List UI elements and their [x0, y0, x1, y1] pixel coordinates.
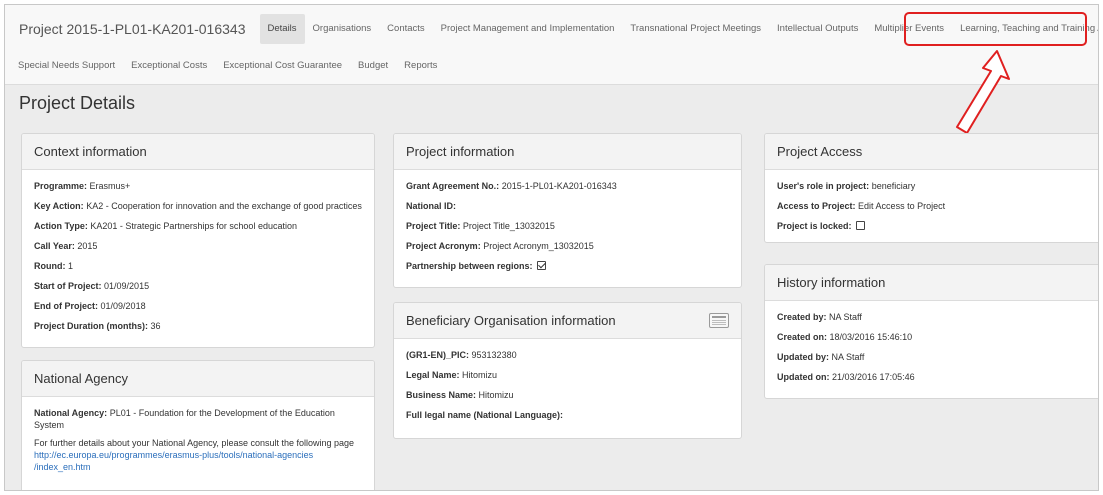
panel-header: National Agency	[22, 361, 374, 397]
tab-exceptional-costs[interactable]: Exceptional Costs	[123, 51, 215, 81]
tab-contacts[interactable]: Contacts	[379, 14, 433, 44]
field-national-agency: National Agency: PL01 - Foundation for t…	[34, 408, 335, 430]
tab-special-needs-support[interactable]: Special Needs Support	[5, 51, 123, 81]
field-action-type: Action Type: KA201 - Strategic Partnersh…	[34, 221, 297, 231]
panel-header: Project information	[394, 134, 741, 170]
beneficiary-organisation-panel: Beneficiary Organisation information (GR…	[393, 302, 742, 439]
tab-intellectual-outputs[interactable]: Intellectual Outputs	[769, 14, 866, 44]
annotation-arrow-icon	[956, 50, 1010, 134]
context-information-panel: Context information Programme: Erasmus+ …	[21, 133, 375, 348]
field-key-action: Key Action: KA2 - Cooperation for innova…	[34, 201, 362, 211]
highlight-annotation-box	[904, 12, 1087, 46]
panel-title: Project Access	[777, 144, 863, 159]
field-project-acronym: Project Acronym: Project Acronym_1303201…	[406, 241, 594, 251]
panel-title: Context information	[34, 144, 147, 159]
national-agency-panel: National Agency National Agency: PL01 - …	[21, 360, 375, 490]
tab-organisations[interactable]: Organisations	[305, 14, 380, 44]
application-window: Project 2015-1-PL01-KA201-016343 Details…	[4, 4, 1099, 491]
partnership-checkbox[interactable]	[537, 261, 547, 270]
field-access-to-project: Access to Project: Edit Access to Projec…	[777, 201, 946, 211]
field-start-of-project: Start of Project: 01/09/2015	[34, 281, 150, 291]
panel-header: Beneficiary Organisation information	[394, 303, 741, 339]
project-access-panel: Project Access User's role in project: b…	[764, 133, 1098, 243]
nav-row-2: Special Needs Support Exceptional Costs …	[5, 51, 445, 81]
history-information-panel: History information Created by: NA Staff…	[764, 264, 1098, 399]
tab-exceptional-cost-guarantee[interactable]: Exceptional Cost Guarantee	[215, 51, 350, 81]
project-brand[interactable]: Project 2015-1-PL01-KA201-016343	[5, 14, 260, 44]
field-created-on: Created on: 18/03/2016 15:46:10	[777, 332, 913, 342]
tab-transnational-meetings[interactable]: Transnational Project Meetings	[622, 14, 769, 44]
field-legal-name: Legal Name: Hitomizu	[406, 370, 498, 380]
tab-reports[interactable]: Reports	[396, 51, 445, 81]
panel-title: History information	[777, 275, 886, 290]
panel-header: Context information	[22, 134, 374, 170]
field-business-name: Business Name: Hitomizu	[406, 390, 514, 400]
field-user-role: User's role in project: beneficiary	[777, 181, 916, 191]
field-programme: Programme: Erasmus+	[34, 181, 131, 191]
panel-title: Project information	[406, 144, 515, 159]
panel-header: History information	[765, 265, 1098, 301]
field-updated-by: Updated by: NA Staff	[777, 352, 865, 362]
agency-link-continued[interactable]: /index_en.htm	[34, 461, 362, 473]
panel-header: Project Access	[765, 134, 1098, 170]
project-information-panel: Project information Grant Agreement No.:…	[393, 133, 742, 288]
agency-link[interactable]: http://ec.europa.eu/programmes/erasmus-p…	[34, 449, 362, 461]
field-end-of-project: End of Project: 01/09/2018	[34, 301, 146, 311]
field-project-title: Project Title: Project Title_13032015	[406, 221, 555, 231]
field-call-year: Call Year: 2015	[34, 241, 98, 251]
field-project-duration: Project Duration (months): 36	[34, 321, 161, 331]
field-updated-on: Updated on: 21/03/2016 17:05:46	[777, 372, 915, 382]
field-round: Round: 1	[34, 261, 74, 271]
card-icon[interactable]	[709, 313, 729, 328]
panel-title: Beneficiary Organisation information	[406, 313, 616, 328]
tab-budget[interactable]: Budget	[350, 51, 396, 81]
field-project-locked: Project is locked:	[777, 220, 1098, 232]
tab-details[interactable]: Details	[259, 14, 305, 44]
field-created-by: Created by: NA Staff	[777, 312, 862, 322]
tab-project-management[interactable]: Project Management and Implementation	[433, 14, 623, 44]
locked-checkbox[interactable]	[856, 221, 866, 230]
field-full-legal-name: Full legal name (National Language):	[406, 410, 564, 420]
field-partnership-regions: Partnership between regions:	[406, 260, 729, 272]
agency-note: For further details about your National …	[34, 438, 355, 448]
page-title: Project Details	[19, 93, 136, 113]
field-pic: (GR1-EN)_PIC: 953132380	[406, 350, 517, 360]
field-national-id: National ID:	[406, 201, 457, 211]
field-grant-agreement: Grant Agreement No.: 2015-1-PL01-KA201-0…	[406, 181, 617, 191]
panel-title: National Agency	[34, 371, 128, 386]
